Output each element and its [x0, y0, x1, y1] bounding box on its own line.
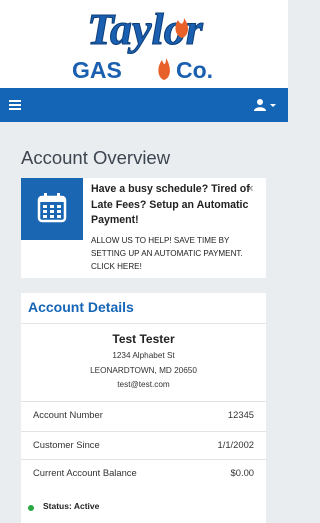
detail-row: Current Account Balance $0.00: [21, 459, 266, 486]
promo-body[interactable]: Allow us to help! Save time by setting u…: [91, 234, 263, 273]
account-status: Status: Active: [43, 501, 100, 511]
logo-wordmark: Taylor: [87, 5, 205, 55]
row-value: $0.00: [230, 467, 254, 478]
svg-text:Co.: Co.: [176, 57, 213, 82]
promo-icon-box: [21, 178, 83, 240]
user-menu-button[interactable]: [254, 98, 278, 112]
svg-text:GAS: GAS: [72, 57, 122, 82]
status-dot-icon: [28, 505, 34, 511]
caret-down-icon: [270, 104, 276, 107]
user-icon: [254, 99, 276, 111]
autopay-promo[interactable]: × Have a busy schedule? Tired of Late Fe…: [21, 178, 266, 278]
card-title: Account Details: [28, 299, 134, 315]
divider: [21, 323, 266, 324]
row-label: Customer Since: [33, 439, 100, 450]
detail-row: Account Number 12345: [21, 401, 266, 428]
row-value: 1/1/2002: [217, 439, 255, 450]
row-label: Account Number: [33, 409, 103, 420]
page-title: Account Overview: [21, 147, 171, 168]
hamburger-icon[interactable]: [9, 100, 21, 110]
calendar-icon: [37, 193, 67, 223]
promo-headline: Have a busy schedule? Tired of Late Fees…: [91, 183, 250, 226]
customer-email: test@test.com: [117, 380, 170, 389]
account-details-card: Account Details Test Tester 1234 Alphabe…: [21, 293, 266, 523]
address-line2: LEONARDTOWN, MD 20650: [90, 366, 197, 375]
customer-name: Test Tester: [112, 332, 175, 346]
address-line1: 1234 Alphabet St: [112, 351, 175, 360]
row-label: Current Account Balance: [33, 467, 137, 478]
top-navbar: [0, 88, 288, 122]
row-value: 12345: [227, 409, 254, 420]
logo-header: Taylor GAS Co.: [0, 0, 288, 88]
logo-subtitle: GAS Co.: [72, 57, 213, 82]
flame-icon: [158, 58, 170, 80]
detail-row: Customer Since 1/1/2002: [21, 431, 266, 458]
